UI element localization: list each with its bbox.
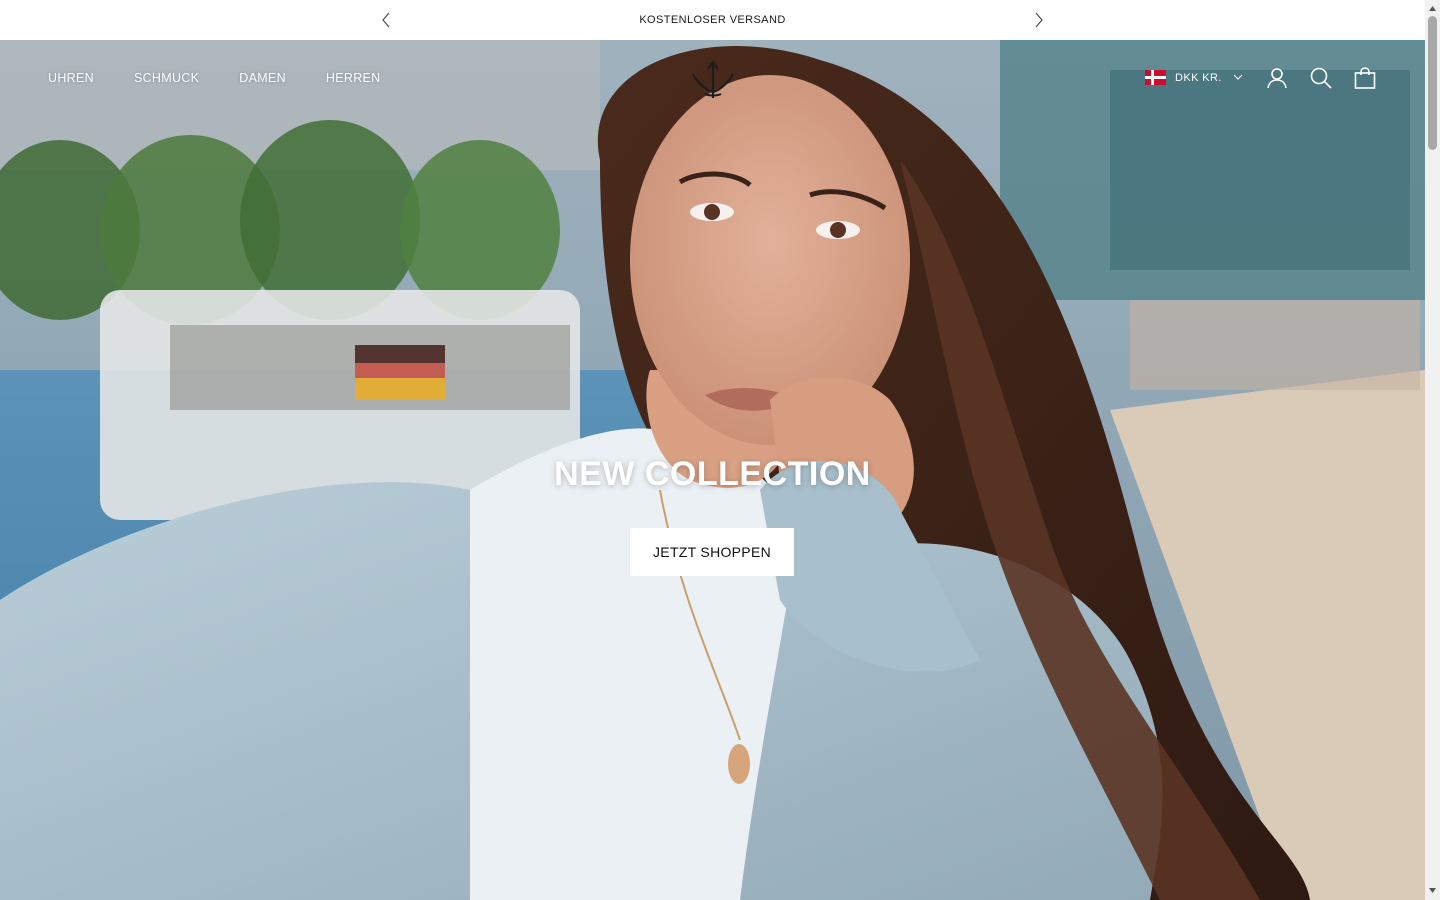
denmark-flag-icon <box>1145 70 1166 85</box>
scrollbar[interactable] <box>1425 0 1440 900</box>
scroll-up-arrow-icon[interactable] <box>1428 4 1437 13</box>
chevron-right-icon <box>1035 12 1043 28</box>
currency-label: DKK KR. <box>1175 71 1222 84</box>
cart-button[interactable] <box>1353 66 1377 90</box>
hero-title: NEW COLLECTION <box>554 455 871 493</box>
nav-item-herren[interactable]: HERREN <box>326 71 381 85</box>
account-button[interactable] <box>1265 66 1289 90</box>
chevron-left-icon <box>382 12 390 28</box>
nav-item-schmuck[interactable]: SCHMUCK <box>134 71 199 85</box>
announcement-text: KOSTENLOSER VERSAND <box>639 14 786 26</box>
search-icon <box>1310 67 1332 89</box>
shop-now-button[interactable]: JETZT SHOPPEN <box>630 528 794 576</box>
page: KOSTENLOSER VERSAND UHREN SCHMUCK DAMEN … <box>0 0 1440 900</box>
site-header: UHREN SCHMUCK DAMEN HERREN DKK KR. <box>0 40 1425 118</box>
scroll-down-arrow-icon[interactable] <box>1428 886 1437 895</box>
search-button[interactable] <box>1309 66 1333 90</box>
main-nav: UHREN SCHMUCK DAMEN HERREN <box>48 71 381 85</box>
scrollbar-thumb[interactable] <box>1428 16 1437 150</box>
chevron-down-icon <box>1233 74 1243 80</box>
announcement-bar: KOSTENLOSER VERSAND <box>0 0 1425 40</box>
announcement-next-button[interactable] <box>1030 11 1048 29</box>
announcement-prev-button[interactable] <box>377 11 395 29</box>
currency-selector[interactable]: DKK KR. <box>1145 70 1243 85</box>
trident-logo-icon[interactable] <box>692 60 734 100</box>
nav-item-damen[interactable]: DAMEN <box>239 71 286 85</box>
shopping-bag-icon <box>1354 67 1376 89</box>
nav-item-uhren[interactable]: UHREN <box>48 71 94 85</box>
user-icon <box>1267 68 1287 89</box>
